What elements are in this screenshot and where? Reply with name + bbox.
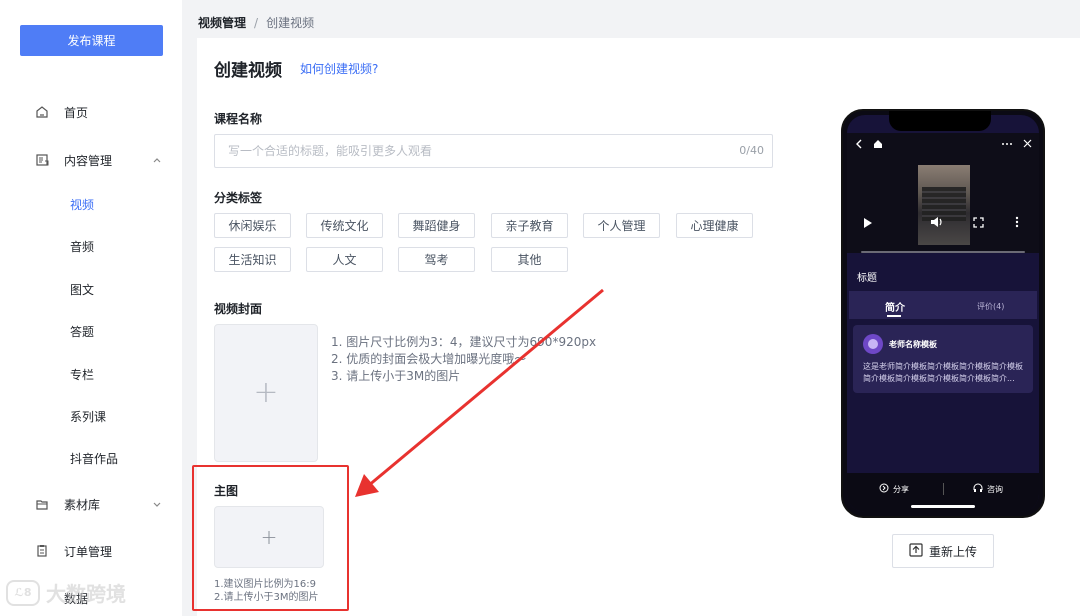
sidebar-subitem-video[interactable]: 视频 xyxy=(0,186,182,222)
breadcrumb-link[interactable]: 视频管理 xyxy=(198,14,246,31)
sidebar-subitem-quiz[interactable]: 答题 xyxy=(0,313,182,349)
close-icon[interactable] xyxy=(1023,139,1032,151)
teacher-card: 老师名称模板 这是老师简介模板简介模板简介模板简介模板 简介模板简介模板简介模板… xyxy=(853,325,1033,393)
sidebar-subitem-label: 视频 xyxy=(70,197,95,212)
sidebar: 发布课程 首页 内容管理 视频 音频 图文 答题 专栏 系列课 抖音作品 素材库… xyxy=(0,0,182,616)
more-vertical-icon[interactable] xyxy=(1015,216,1019,231)
upload-icon xyxy=(909,542,923,560)
back-icon[interactable] xyxy=(855,139,863,152)
chevron-down-icon xyxy=(152,499,162,509)
sidebar-item-label: 内容管理 xyxy=(64,153,113,168)
reupload-button[interactable]: 重新上传 xyxy=(892,534,994,568)
home-indicator xyxy=(911,505,975,508)
cover-tips: 1. 图片尺寸比例为3：4，建议尺寸为690*920px 2. 优质的封面会极大… xyxy=(331,334,596,385)
watermark-logo-icon: ℒ8 xyxy=(6,579,40,606)
watermark-text: 大数跨境 xyxy=(46,582,126,606)
avatar xyxy=(863,334,883,354)
tag-option[interactable]: 其他 xyxy=(491,247,568,272)
video-thumbnail xyxy=(918,165,970,245)
page-title: 创建视频 xyxy=(214,61,282,81)
sidebar-subitem-douyin[interactable]: 抖音作品 xyxy=(0,440,182,476)
teacher-description: 这是老师简介模板简介模板简介模板简介模板 简介模板简介模板简介模板简介模板简介.… xyxy=(863,361,1027,385)
sidebar-item-content[interactable]: 内容管理 xyxy=(0,140,182,180)
chevron-up-icon xyxy=(152,155,162,165)
phone-screen: 标题 简介 评价(4) 老师名称模板 这是老师简介模板简介模板简介模板简介模板 … xyxy=(847,115,1039,512)
sidebar-subitem-label: 答题 xyxy=(70,324,95,339)
course-name-label: 课程名称 xyxy=(214,112,263,126)
sidebar-item-label: 首页 xyxy=(64,105,89,120)
share-label: 分享 xyxy=(893,484,909,494)
home-icon[interactable] xyxy=(873,139,883,152)
share-icon xyxy=(879,483,889,495)
breadcrumb-separator: / xyxy=(254,15,259,30)
sidebar-subitem-series[interactable]: 系列课 xyxy=(0,398,182,434)
volume-icon[interactable] xyxy=(930,216,944,231)
fullscreen-icon[interactable] xyxy=(973,217,984,231)
teacher-name: 老师名称模板 xyxy=(889,340,937,349)
help-link[interactable]: 如何创建视频? xyxy=(300,60,378,77)
sidebar-item-orders[interactable]: 订单管理 xyxy=(0,531,182,571)
tag-option[interactable]: 亲子教育 xyxy=(491,213,568,238)
sidebar-item-home[interactable]: 首页 xyxy=(0,92,182,132)
folder-icon xyxy=(35,497,49,511)
preview-tabs: 简介 评价(4) xyxy=(849,291,1037,319)
divider xyxy=(943,483,944,495)
video-player xyxy=(847,133,1039,253)
play-icon[interactable] xyxy=(863,217,873,232)
sidebar-item-label: 订单管理 xyxy=(64,544,113,559)
tag-option[interactable]: 个人管理 xyxy=(583,213,660,238)
sidebar-subitem-article[interactable]: 图文 xyxy=(0,271,182,307)
tag-option[interactable]: 休闲娱乐 xyxy=(214,213,291,238)
consult-label: 咨询 xyxy=(987,484,1003,494)
category-tags-label: 分类标签 xyxy=(214,191,263,205)
watermark: ℒ8 大数跨境 xyxy=(6,578,126,607)
tag-option[interactable]: 人文 xyxy=(306,247,383,272)
phone-preview: 标题 简介 评价(4) 老师名称模板 这是老师简介模板简介模板简介模板简介模板 … xyxy=(841,109,1045,518)
tag-option[interactable]: 生活知识 xyxy=(214,247,291,272)
consult-button[interactable]: 咨询 xyxy=(973,483,1003,495)
course-name-field[interactable]: 0/40 xyxy=(214,134,773,168)
tag-option[interactable]: 驾考 xyxy=(398,247,475,272)
cover-tip: 2. 优质的封面会极大增加曝光度哦～ xyxy=(331,352,527,366)
share-button[interactable]: 分享 xyxy=(879,483,909,495)
char-count: 0/40 xyxy=(739,144,764,157)
reupload-label: 重新上传 xyxy=(928,544,977,559)
sidebar-subitem-audio[interactable]: 音频 xyxy=(0,228,182,264)
sidebar-subitem-label: 系列课 xyxy=(70,409,107,424)
breadcrumb: 视频管理 / 创建视频 xyxy=(198,14,314,31)
cover-upload-button[interactable]: + xyxy=(214,324,318,462)
video-cover-label: 视频封面 xyxy=(214,302,263,316)
more-icon[interactable] xyxy=(1001,139,1013,152)
tab-reviews[interactable]: 评价(4) xyxy=(977,301,1004,312)
sidebar-item-materials[interactable]: 素材库 xyxy=(0,484,182,524)
tab-intro[interactable]: 简介 xyxy=(885,299,905,314)
teacher-description-line: 这是老师简介模板简介模板简介模板简介模板 xyxy=(863,362,1023,371)
sidebar-subitem-label: 专栏 xyxy=(70,367,95,382)
home-icon xyxy=(35,105,49,119)
tag-option[interactable]: 舞蹈健身 xyxy=(398,213,475,238)
cover-tip: 3. 请上传小于3M的图片 xyxy=(331,369,461,383)
sidebar-subitem-label: 音频 xyxy=(70,239,95,254)
course-name-input[interactable] xyxy=(215,135,715,167)
tag-option[interactable]: 心理健康 xyxy=(676,213,753,238)
preview-bottom-bar: 分享 咨询 xyxy=(847,473,1039,512)
plus-icon: + xyxy=(253,375,279,410)
cover-tip: 1. 图片尺寸比例为3：4，建议尺寸为690*920px xyxy=(331,335,597,349)
video-progress-bar[interactable] xyxy=(861,251,1025,253)
sidebar-subitem-label: 图文 xyxy=(70,282,95,297)
order-icon xyxy=(35,544,49,558)
publish-course-button[interactable]: 发布课程 xyxy=(20,25,163,56)
phone-notch xyxy=(889,111,991,131)
preview-title: 标题 xyxy=(857,273,877,284)
headset-icon xyxy=(973,483,983,495)
sidebar-subitem-column[interactable]: 专栏 xyxy=(0,356,182,392)
tab-underline xyxy=(887,315,901,317)
teacher-description-line: 简介模板简介模板简介模板简介模板简介... xyxy=(863,374,1015,383)
content-icon xyxy=(35,153,49,167)
tag-option[interactable]: 传统文化 xyxy=(306,213,383,238)
annotation-highlight-box xyxy=(192,465,349,611)
sidebar-item-label: 素材库 xyxy=(64,497,101,512)
breadcrumb-current: 创建视频 xyxy=(266,16,315,30)
sidebar-subitem-label: 抖音作品 xyxy=(70,451,119,466)
